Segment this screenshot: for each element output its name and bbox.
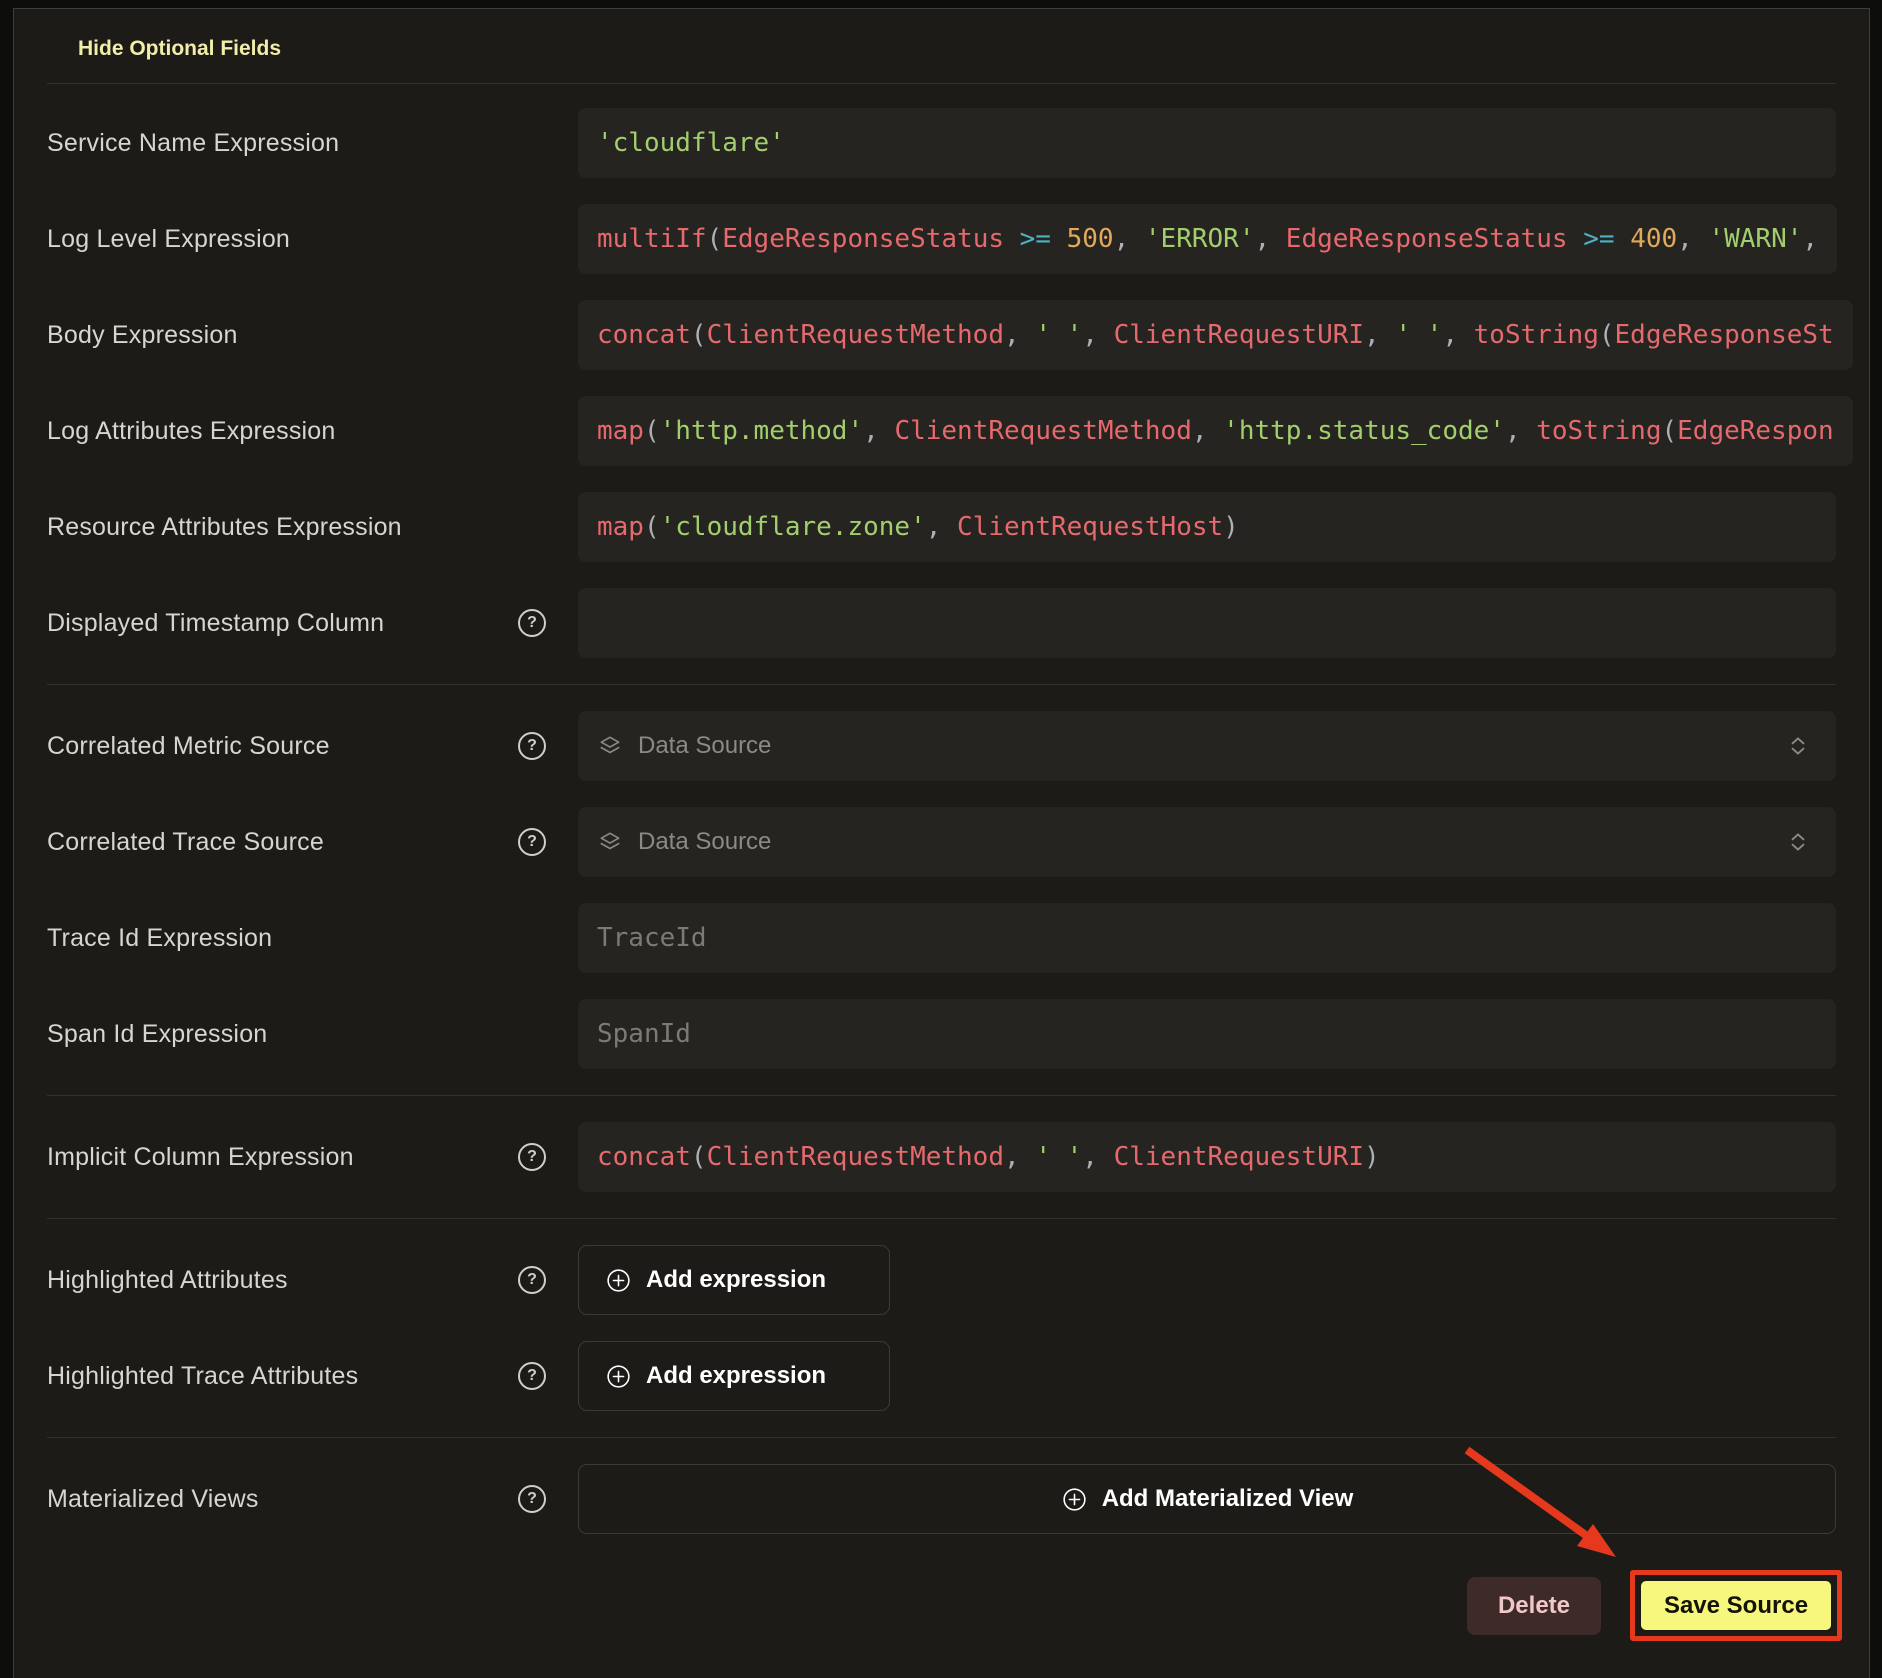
divider bbox=[47, 1437, 1836, 1438]
footer-actions: Delete Save Source bbox=[47, 1570, 1836, 1641]
add-expression-button[interactable]: Add expression bbox=[578, 1341, 890, 1411]
input-placeholder: SpanId bbox=[597, 1019, 691, 1049]
field-row-implicit-column: Implicit Column Expression ? concat(Clie… bbox=[47, 1122, 1836, 1192]
help-icon[interactable]: ? bbox=[518, 1485, 546, 1513]
chevron-updown-icon bbox=[1785, 733, 1811, 759]
trace-id-label: Trace Id Expression bbox=[47, 924, 272, 953]
divider bbox=[47, 684, 1836, 685]
log-attributes-expression-input[interactable]: map('http.method', ClientRequestMethod, … bbox=[578, 396, 1853, 466]
chevron-updown-icon bbox=[1785, 829, 1811, 855]
field-row-trace-id: Trace Id Expression TraceId bbox=[47, 903, 1836, 973]
correlated-metric-source-select[interactable]: Data Source bbox=[578, 711, 1836, 781]
resource-attributes-expression-input[interactable]: map('cloudflare.zone', ClientRequestHost… bbox=[578, 492, 1836, 562]
add-expression-label: Add expression bbox=[646, 1266, 826, 1294]
add-materialized-view-label: Add Materialized View bbox=[1102, 1485, 1354, 1513]
field-row-correlated-metric: Correlated Metric Source ? Data Source bbox=[47, 711, 1836, 781]
field-row-resource-attributes: Resource Attributes Expression map('clou… bbox=[47, 492, 1836, 562]
implicit-column-label: Implicit Column Expression bbox=[47, 1143, 354, 1172]
help-icon[interactable]: ? bbox=[518, 1362, 546, 1390]
help-icon[interactable]: ? bbox=[518, 732, 546, 760]
field-row-highlighted-attributes: Highlighted Attributes ? Add expression bbox=[47, 1245, 1836, 1315]
source-settings-panel: Hide Optional Fields Service Name Expres… bbox=[13, 8, 1870, 1678]
select-placeholder: Data Source bbox=[638, 732, 771, 760]
plus-circle-icon bbox=[1061, 1486, 1088, 1513]
field-row-service-name: Service Name Expression 'cloudflare' bbox=[47, 108, 1836, 178]
displayed-timestamp-label: Displayed Timestamp Column bbox=[47, 609, 384, 638]
input-placeholder: TraceId bbox=[597, 923, 707, 953]
displayed-timestamp-input[interactable] bbox=[578, 588, 1836, 658]
log-level-expression-input[interactable]: multiIf(EdgeResponseStatus >= 500, 'ERRO… bbox=[578, 204, 1837, 274]
divider bbox=[47, 1095, 1836, 1096]
select-placeholder: Data Source bbox=[638, 828, 771, 856]
log-attributes-label: Log Attributes Expression bbox=[47, 417, 336, 446]
add-expression-label: Add expression bbox=[646, 1362, 826, 1390]
field-row-materialized-views: Materialized Views ? Add Materialized Vi… bbox=[47, 1464, 1836, 1534]
trace-id-expression-input[interactable]: TraceId bbox=[578, 903, 1836, 973]
code-expression: map('cloudflare.zone', ClientRequestHost… bbox=[597, 512, 1239, 542]
source-settings-page: { "colors": { "outer_bg": "#0d0d0b", "pa… bbox=[0, 0, 1882, 1678]
field-row-highlighted-trace-attributes: Highlighted Trace Attributes ? Add expre… bbox=[47, 1341, 1836, 1411]
help-icon[interactable]: ? bbox=[518, 828, 546, 856]
divider bbox=[47, 1218, 1836, 1219]
field-row-displayed-timestamp: Displayed Timestamp Column ? bbox=[47, 588, 1836, 658]
field-row-span-id: Span Id Expression SpanId bbox=[47, 999, 1836, 1069]
delete-button[interactable]: Delete bbox=[1467, 1577, 1601, 1635]
log-level-label: Log Level Expression bbox=[47, 225, 290, 254]
save-source-button[interactable]: Save Source bbox=[1639, 1579, 1833, 1632]
implicit-column-expression-input[interactable]: concat(ClientRequestMethod, ' ', ClientR… bbox=[578, 1122, 1836, 1192]
materialized-views-label: Materialized Views bbox=[47, 1485, 259, 1514]
body-label: Body Expression bbox=[47, 321, 238, 350]
correlated-trace-label: Correlated Trace Source bbox=[47, 828, 324, 857]
resource-attributes-label: Resource Attributes Expression bbox=[47, 513, 402, 542]
service-name-expression-input[interactable]: 'cloudflare' bbox=[578, 108, 1836, 178]
span-id-label: Span Id Expression bbox=[47, 1020, 267, 1049]
span-id-expression-input[interactable]: SpanId bbox=[578, 999, 1836, 1069]
add-expression-button[interactable]: Add expression bbox=[578, 1245, 890, 1315]
highlighted-attributes-label: Highlighted Attributes bbox=[47, 1266, 288, 1295]
add-materialized-view-button[interactable]: Add Materialized View bbox=[578, 1464, 1836, 1534]
layers-icon bbox=[597, 733, 623, 759]
field-row-body: Body Expression concat(ClientRequestMeth… bbox=[47, 300, 1836, 370]
correlated-trace-source-select[interactable]: Data Source bbox=[578, 807, 1836, 877]
hide-optional-fields-link[interactable]: Hide Optional Fields bbox=[78, 37, 281, 61]
field-row-correlated-trace: Correlated Trace Source ? Data Source bbox=[47, 807, 1836, 877]
help-icon[interactable]: ? bbox=[518, 1266, 546, 1294]
annotation-box: Save Source bbox=[1630, 1570, 1842, 1641]
code-expression: multiIf(EdgeResponseStatus >= 500, 'ERRO… bbox=[597, 224, 1818, 254]
field-row-log-level: Log Level Expression multiIf(EdgeRespons… bbox=[47, 204, 1836, 274]
body-expression-input[interactable]: concat(ClientRequestMethod, ' ', ClientR… bbox=[578, 300, 1853, 370]
code-expression: concat(ClientRequestMethod, ' ', ClientR… bbox=[597, 320, 1834, 350]
code-expression: concat(ClientRequestMethod, ' ', ClientR… bbox=[597, 1142, 1380, 1172]
correlated-metric-label: Correlated Metric Source bbox=[47, 732, 330, 761]
plus-circle-icon bbox=[605, 1267, 632, 1294]
divider bbox=[47, 83, 1836, 84]
help-icon[interactable]: ? bbox=[518, 1143, 546, 1171]
highlighted-trace-attributes-label: Highlighted Trace Attributes bbox=[47, 1362, 358, 1391]
service-name-label: Service Name Expression bbox=[47, 129, 339, 158]
layers-icon bbox=[597, 829, 623, 855]
field-row-log-attributes: Log Attributes Expression map('http.meth… bbox=[47, 396, 1836, 466]
plus-circle-icon bbox=[605, 1363, 632, 1390]
help-icon[interactable]: ? bbox=[518, 609, 546, 637]
code-expression: 'cloudflare' bbox=[597, 128, 785, 158]
code-expression: map('http.method', ClientRequestMethod, … bbox=[597, 416, 1834, 446]
